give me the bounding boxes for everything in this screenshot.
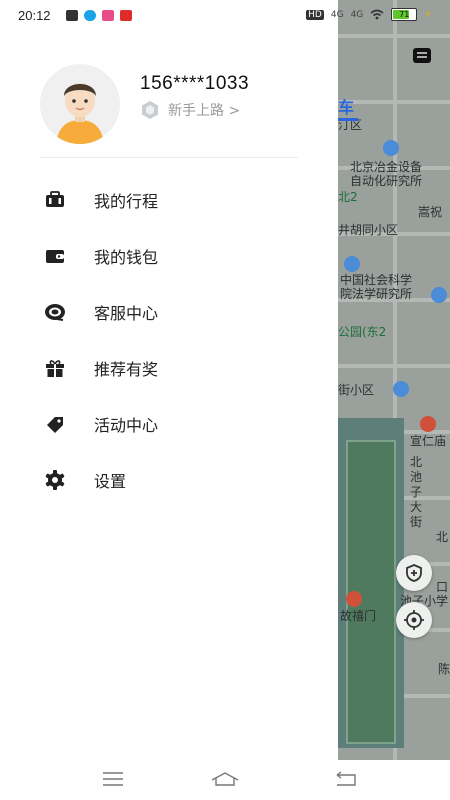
map-poi-icon xyxy=(420,416,436,432)
app-notification-icon xyxy=(120,10,132,21)
wallet-icon xyxy=(43,244,67,268)
back-nav-button[interactable] xyxy=(330,768,360,790)
menu-nav-button[interactable] xyxy=(98,768,128,790)
notification-icons xyxy=(66,10,132,21)
app-notification-icon xyxy=(102,10,114,21)
map-poi-icon xyxy=(383,140,399,156)
map-tab-car[interactable]: 车 xyxy=(338,94,354,118)
map-tab-indicator xyxy=(338,118,358,121)
signal-icon: 4G xyxy=(330,9,344,20)
system-nav-bar xyxy=(0,760,450,800)
app-notification-icon xyxy=(66,10,78,21)
back-icon xyxy=(336,771,356,786)
menu-item-settings[interactable]: 设置 xyxy=(0,452,338,508)
gift-icon xyxy=(43,356,67,380)
menu-item-wallet[interactable]: 我的钱包 xyxy=(0,228,338,284)
avatar-icon xyxy=(40,64,120,144)
status-time: 20:12 xyxy=(18,8,51,23)
divider xyxy=(40,157,298,158)
charging-icon: ⚡ xyxy=(424,8,432,21)
user-level[interactable]: 新手上路 > xyxy=(140,100,240,120)
message-icon[interactable] xyxy=(413,48,431,63)
locate-button[interactable] xyxy=(396,602,432,638)
level-label: 新手上路 > xyxy=(168,103,241,119)
gear-icon xyxy=(43,468,67,492)
hamburger-icon xyxy=(103,772,123,786)
suitcase-icon xyxy=(43,188,67,212)
avatar[interactable] xyxy=(40,64,120,144)
signal-icon: 4G xyxy=(350,9,364,20)
headset-icon xyxy=(43,300,67,324)
battery-icon: 71 xyxy=(391,8,418,21)
safety-button[interactable] xyxy=(396,555,432,591)
menu-item-activities[interactable]: 活动中心 xyxy=(0,396,338,452)
home-icon xyxy=(211,772,239,786)
tag-icon xyxy=(43,412,67,436)
system-icons: HD 4G 4G 71 ⚡ xyxy=(306,8,432,21)
shield-plus-icon xyxy=(406,564,422,582)
wifi-icon xyxy=(370,9,384,20)
map-poi-icon xyxy=(346,591,362,607)
app-notification-icon xyxy=(84,10,96,21)
user-phone[interactable]: 156****1033 xyxy=(140,73,249,95)
status-bar: 20:12 HD 4G 4G 71 ⚡ xyxy=(0,0,450,32)
menu-item-customer-service[interactable]: 客服中心 xyxy=(0,284,338,340)
home-nav-button[interactable] xyxy=(210,768,240,790)
locate-icon xyxy=(404,610,424,630)
menu-item-referral[interactable]: 推荐有奖 xyxy=(0,340,338,396)
level-badge-icon xyxy=(142,101,158,119)
map-poi-icon xyxy=(393,381,409,397)
map-poi-icon xyxy=(431,287,447,303)
map-view[interactable]: 汀区 北京冶金设备 自动化研究所 北2 嵩祝 井胡同小区 中国社会科学 院法学研… xyxy=(338,0,450,760)
hd-indicator: HD xyxy=(306,9,324,20)
side-drawer: 156****1033 新手上路 > 我的行程 我的钱包 客服中心 推荐有奖 活… xyxy=(0,0,338,760)
map-poi-icon xyxy=(344,256,360,272)
menu-item-trips[interactable]: 我的行程 xyxy=(0,172,338,228)
